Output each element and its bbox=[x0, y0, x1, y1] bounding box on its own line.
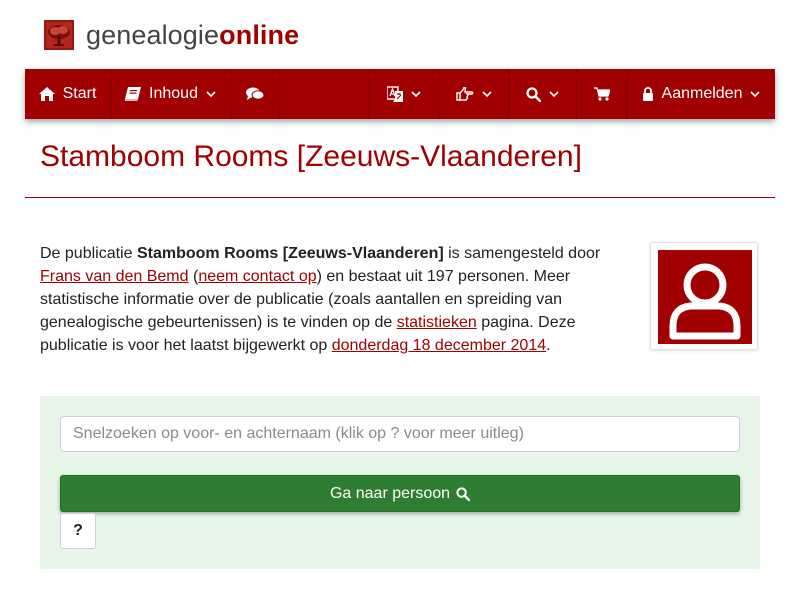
nav-aanmelden-label: Aanmelden bbox=[661, 85, 743, 102]
author-avatar-frame[interactable] bbox=[650, 242, 758, 350]
shopping-cart-icon bbox=[593, 87, 610, 101]
book-icon bbox=[125, 87, 142, 101]
nav-inhoud-label: Inhoud bbox=[149, 85, 198, 102]
chevron-down-icon bbox=[411, 91, 421, 98]
home-icon bbox=[38, 87, 55, 101]
author-link[interactable]: Frans van den Bemd bbox=[40, 268, 189, 285]
chevron-down-icon bbox=[549, 91, 559, 98]
comments-icon bbox=[245, 87, 264, 100]
search-input[interactable] bbox=[60, 416, 740, 452]
nav-inhoud[interactable]: Inhoud bbox=[111, 69, 231, 119]
brand-part1: genealogie bbox=[86, 19, 220, 50]
chevron-down-icon bbox=[481, 91, 492, 98]
contact-link[interactable]: neem contact op bbox=[198, 268, 316, 285]
quick-search-panel: Ga naar persoon ? bbox=[40, 396, 760, 569]
title-divider bbox=[25, 197, 775, 198]
nav-share[interactable] bbox=[439, 69, 509, 119]
main-navbar: Start Inhoud Aanmelden bbox=[25, 69, 775, 119]
nav-start[interactable]: Start bbox=[25, 69, 111, 119]
nav-start-label: Start bbox=[62, 85, 97, 102]
page-title: Stamboom Rooms [Zeeuws-Vlaanderen] bbox=[40, 140, 582, 173]
tree-icon bbox=[44, 20, 74, 50]
search-icon bbox=[526, 86, 541, 102]
intro-text-6: . bbox=[546, 337, 551, 354]
nav-forum[interactable] bbox=[231, 69, 279, 119]
intro-text-1: De publicatie bbox=[40, 245, 137, 262]
statistics-link[interactable]: statistieken bbox=[397, 314, 477, 331]
hand-pointer-icon bbox=[455, 87, 473, 101]
chevron-down-icon bbox=[206, 91, 216, 98]
brand-part2: online bbox=[219, 19, 300, 50]
publication-name: Stamboom Rooms [Zeeuws-Vlaanderen] bbox=[136, 245, 444, 262]
intro-text-3: ( bbox=[188, 268, 199, 285]
go-to-person-label: Ga naar persoon bbox=[329, 484, 451, 502]
site-logo[interactable]: genealogieonline bbox=[44, 18, 299, 52]
lock-icon bbox=[642, 87, 653, 101]
publication-intro: De publicatie Stamboom Rooms [Zeeuws-Vla… bbox=[40, 242, 620, 357]
avatar bbox=[658, 250, 752, 344]
brand-wordmark: genealogieonline bbox=[86, 20, 299, 51]
last-updated-link[interactable]: donderdag 18 december 2014 bbox=[332, 337, 546, 354]
go-to-person-button[interactable]: Ga naar persoon bbox=[60, 475, 740, 512]
search-help-button[interactable]: ? bbox=[60, 513, 96, 549]
language-icon bbox=[387, 86, 403, 102]
nav-cart[interactable] bbox=[577, 69, 627, 119]
nav-search[interactable] bbox=[509, 69, 577, 119]
search-icon bbox=[456, 486, 471, 501]
nav-language[interactable] bbox=[369, 69, 439, 119]
nav-aanmelden[interactable]: Aanmelden bbox=[627, 69, 775, 119]
chevron-down-icon bbox=[750, 91, 761, 98]
intro-text-2: is samengesteld door bbox=[443, 245, 601, 262]
user-icon bbox=[669, 263, 741, 340]
